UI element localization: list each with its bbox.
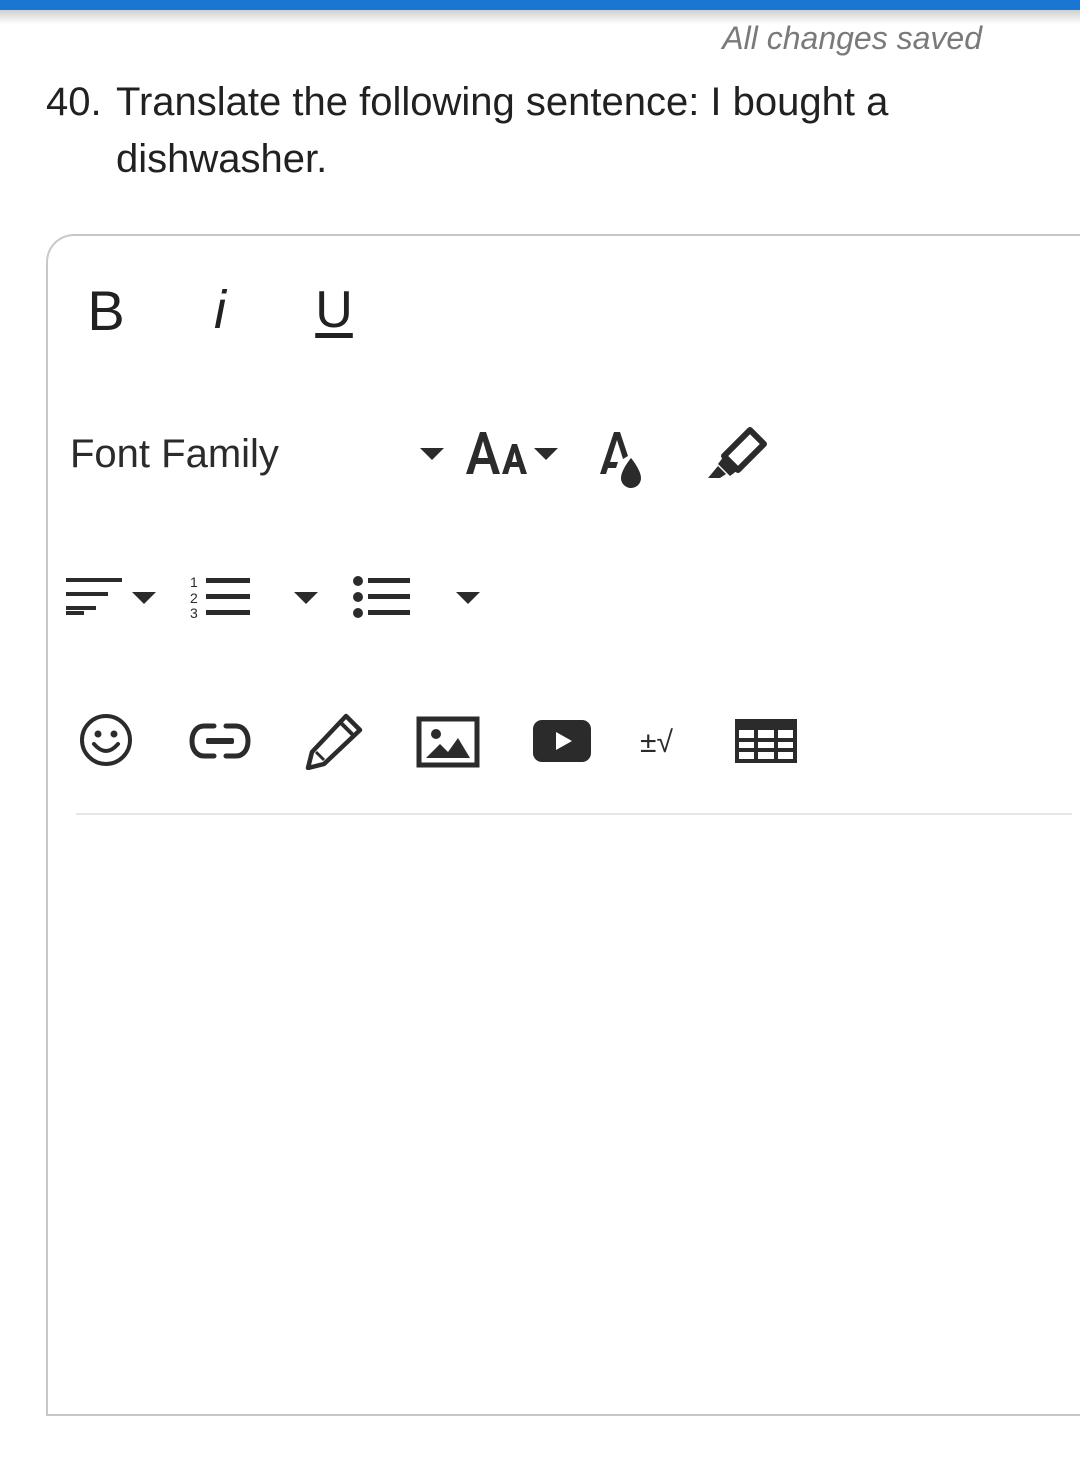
svg-text:1: 1 xyxy=(190,574,198,590)
video-icon xyxy=(533,720,591,762)
question-number: 40. xyxy=(46,80,102,124)
align-button[interactable] xyxy=(64,574,160,620)
table-button[interactable] xyxy=(734,718,798,764)
link-button[interactable] xyxy=(188,718,252,764)
bold-button[interactable]: B xyxy=(84,279,128,342)
text-color-button[interactable] xyxy=(596,426,648,490)
image-icon xyxy=(416,716,480,768)
bulleted-list-button[interactable] xyxy=(350,572,486,622)
highlight-icon xyxy=(708,427,767,478)
math-button[interactable]: ±√ xyxy=(638,720,690,762)
svg-text:±√: ±√ xyxy=(640,726,673,759)
video-button[interactable] xyxy=(532,718,592,764)
underline-button[interactable]: U xyxy=(310,280,358,340)
align-icon xyxy=(66,578,156,615)
highlight-button[interactable] xyxy=(706,426,768,480)
save-status: All changes saved xyxy=(722,20,982,56)
draw-icon xyxy=(305,713,363,770)
top-accent-bar xyxy=(0,0,1080,10)
image-button[interactable] xyxy=(416,716,480,768)
text-color-icon xyxy=(600,432,641,488)
question-text: Translate the following sentence: I boug… xyxy=(116,80,889,181)
font-family-select[interactable]: Font Family xyxy=(70,426,450,482)
svg-text:3: 3 xyxy=(190,605,198,621)
chevron-down-icon xyxy=(420,448,444,460)
font-size-icon xyxy=(466,432,558,474)
font-family-label: Font Family xyxy=(70,432,279,476)
toolbar-divider xyxy=(76,813,1072,815)
numbered-list-button[interactable]: 1 2 3 xyxy=(186,572,322,622)
italic-button[interactable]: i xyxy=(200,280,240,340)
emoji-icon xyxy=(80,714,132,766)
font-size-button[interactable] xyxy=(464,424,564,484)
table-icon xyxy=(735,719,797,763)
math-icon: ±√ xyxy=(640,726,673,759)
bulleted-list-icon xyxy=(353,576,480,618)
answer-text-area[interactable] xyxy=(60,830,1070,1400)
emoji-button[interactable] xyxy=(78,712,134,768)
draw-button[interactable] xyxy=(304,712,364,770)
numbered-list-icon: 1 2 3 xyxy=(190,574,318,621)
svg-text:2: 2 xyxy=(190,590,198,606)
link-icon xyxy=(189,723,251,759)
